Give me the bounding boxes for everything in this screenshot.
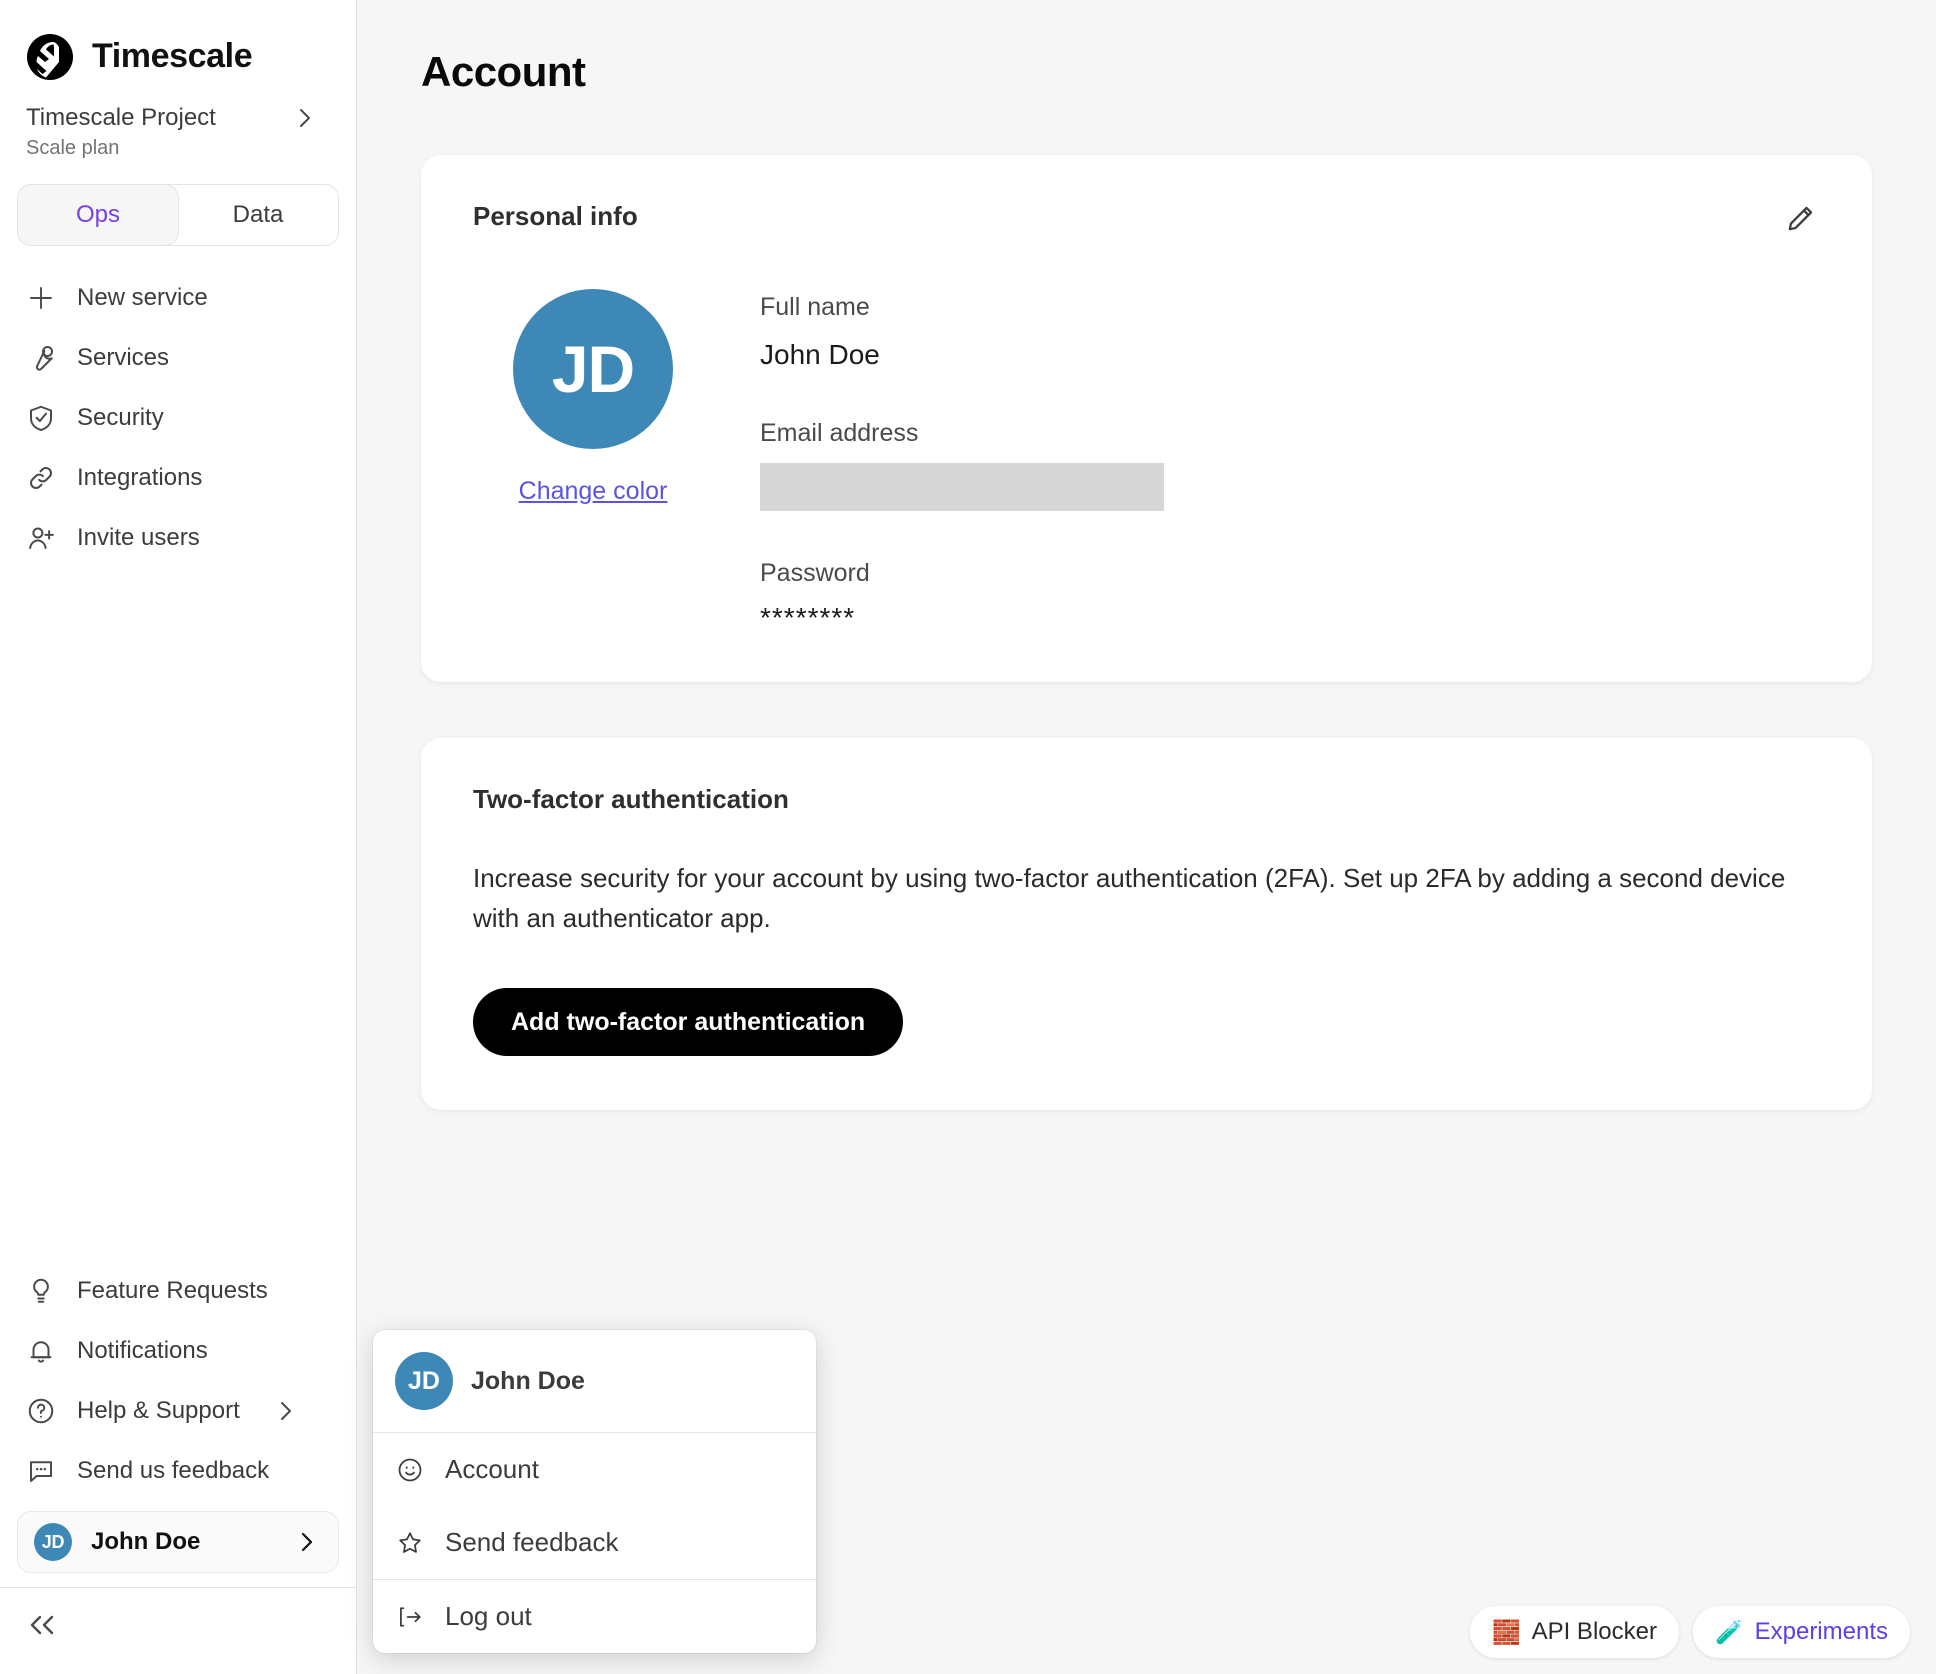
sidebar-item-label: Feature Requests — [77, 1277, 268, 1304]
sidebar-nav-primary: New service Services Security Integratio… — [0, 268, 356, 568]
timescale-logo-icon — [26, 33, 74, 81]
sidebar-item-integrations[interactable]: Integrations — [0, 448, 356, 508]
api-blocker-label: API Blocker — [1531, 1618, 1657, 1645]
sidebar-item-label: Send us feedback — [77, 1457, 270, 1484]
project-switcher-row[interactable]: Timescale Project — [26, 104, 316, 132]
brick-icon: 🧱 — [1491, 1618, 1521, 1645]
user-menu-header: JD John Doe — [373, 1330, 816, 1432]
sidebar-item-label: Integrations — [77, 464, 203, 491]
sidebar: Timescale Timescale Project Scale plan O… — [0, 0, 357, 1674]
two-factor-title: Two-factor authentication — [473, 784, 789, 814]
field-password: Password ******** — [760, 559, 1164, 634]
sidebar-item-new-service[interactable]: New service — [0, 268, 356, 328]
user-menu-item-label: Account — [445, 1454, 539, 1484]
field-email-address: Email address — [760, 419, 1164, 511]
personal-info-body: JD Change color Full name John Doe Email… — [473, 289, 1820, 634]
sidebar-user-button[interactable]: JD John Doe — [17, 1511, 339, 1573]
brand: Timescale — [0, 0, 356, 86]
chat-bubble-icon — [26, 1456, 56, 1486]
wrench-icon — [26, 343, 56, 373]
experiments-badge[interactable]: 🧪 Experiments — [1692, 1606, 1910, 1658]
sidebar-item-label: Notifications — [77, 1337, 208, 1364]
sidebar-nav-secondary: Feature Requests Notifications Help & Su… — [0, 1261, 356, 1674]
sidebar-item-notifications[interactable]: Notifications — [0, 1321, 356, 1381]
avatar: JD — [395, 1352, 453, 1410]
field-value: John Doe — [760, 339, 880, 370]
chevrons-left-icon — [24, 1612, 66, 1643]
shield-check-icon — [26, 403, 56, 433]
logout-arrow-icon — [395, 1602, 425, 1632]
user-menu-identity: John Doe — [471, 1367, 794, 1396]
user-menu-item-account[interactable]: Account — [373, 1433, 816, 1506]
question-circle-icon — [26, 1396, 56, 1426]
avatar: JD — [513, 289, 673, 449]
lightbulb-icon — [26, 1276, 56, 1306]
user-menu-name: John Doe — [471, 1366, 585, 1395]
edit-personal-info-button[interactable] — [1780, 201, 1820, 241]
redacted-email-value — [760, 463, 1164, 511]
sidebar-item-label: Invite users — [77, 524, 200, 551]
avatar: JD — [34, 1523, 72, 1561]
user-plus-icon — [26, 523, 56, 553]
personal-info-header: Personal info — [473, 201, 1820, 241]
project-name: Timescale Project — [26, 104, 216, 131]
chevron-right-icon — [294, 107, 316, 129]
experiments-label: Experiments — [1754, 1618, 1888, 1645]
sidebar-item-send-us-feedback[interactable]: Send us feedback — [0, 1441, 356, 1501]
bottom-badges: 🧱 API Blocker 🧪 Experiments — [1469, 1606, 1910, 1658]
sidebar-user-name: John Doe — [91, 1528, 201, 1555]
sidebar-item-security[interactable]: Security — [0, 388, 356, 448]
field-full-name: Full name John Doe — [760, 293, 1164, 371]
ops-data-segmented-control: Ops Data — [17, 184, 339, 246]
sidebar-item-label: Help & Support — [77, 1397, 240, 1424]
personal-info-fields: Full name John Doe Email address Passwor… — [713, 289, 1164, 634]
user-menu-item-send-feedback[interactable]: Send feedback — [373, 1506, 816, 1579]
smiley-face-icon — [395, 1455, 425, 1485]
change-color-link[interactable]: Change color — [519, 477, 668, 506]
test-tube-icon: 🧪 — [1714, 1618, 1744, 1645]
pencil-icon — [1783, 202, 1817, 241]
sidebar-item-label: Security — [77, 404, 164, 431]
two-factor-description: Increase security for your account by us… — [473, 863, 1786, 933]
field-value: ******** — [760, 602, 856, 633]
project-switcher[interactable]: Timescale Project Scale plan — [0, 86, 356, 160]
sidebar-item-services[interactable]: Services — [0, 328, 356, 388]
sidebar-item-feature-requests[interactable]: Feature Requests — [0, 1261, 356, 1321]
two-factor-card: Two-factor authentication Increase secur… — [421, 738, 1872, 1111]
personal-info-title: Personal info — [473, 201, 638, 231]
tab-data[interactable]: Data — [178, 185, 338, 245]
user-menu-item-label: Log out — [445, 1601, 532, 1631]
link-icon — [26, 463, 56, 493]
tab-ops[interactable]: Ops — [18, 185, 178, 245]
project-plan: Scale plan — [26, 137, 120, 159]
sidebar-item-label: Services — [77, 344, 170, 371]
add-two-factor-authentication-button[interactable]: Add two-factor authentication — [473, 988, 904, 1057]
plus-icon — [26, 283, 56, 313]
user-menu-popup: JD John Doe Account Send feedback Log ou… — [373, 1330, 816, 1653]
field-label: Full name — [760, 293, 870, 321]
chevron-right-icon — [275, 1400, 297, 1422]
chevron-right-icon — [296, 1531, 318, 1553]
sidebar-item-label: New service — [77, 284, 208, 311]
page-title: Account — [421, 48, 586, 95]
user-menu-item-log-out[interactable]: Log out — [373, 1580, 816, 1653]
field-label: Password — [760, 559, 870, 587]
personal-info-card: Personal info JD Change color Full name … — [421, 155, 1872, 682]
brand-name: Timescale — [92, 37, 253, 75]
avatar-column: JD Change color — [473, 289, 713, 634]
star-icon — [395, 1528, 425, 1558]
collapse-sidebar-button[interactable] — [0, 1588, 356, 1666]
user-menu-item-label: Send feedback — [445, 1527, 619, 1557]
field-label: Email address — [760, 419, 919, 447]
api-blocker-badge[interactable]: 🧱 API Blocker — [1469, 1606, 1679, 1658]
app-root: Timescale Timescale Project Scale plan O… — [0, 0, 1936, 1674]
sidebar-item-help-support[interactable]: Help & Support — [0, 1381, 356, 1441]
bell-icon — [26, 1336, 56, 1366]
sidebar-item-invite-users[interactable]: Invite users — [0, 508, 356, 568]
